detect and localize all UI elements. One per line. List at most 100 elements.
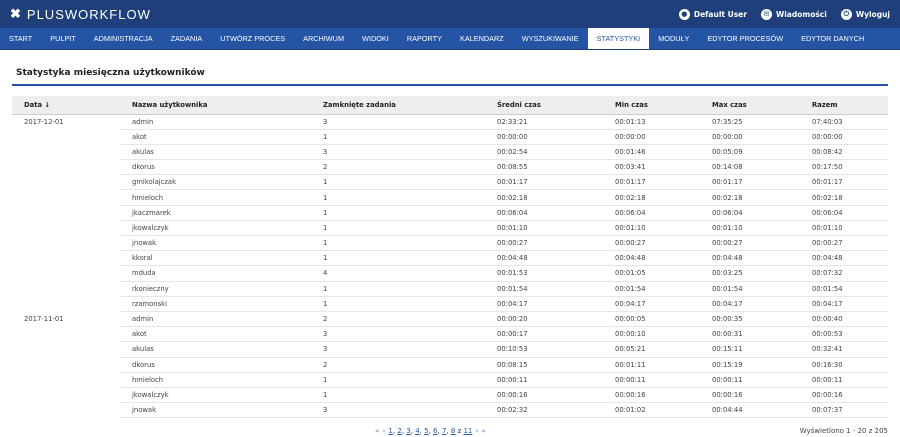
- nav-item-wyszukiwanie[interactable]: WYSZUKIWANIE: [513, 28, 588, 49]
- last-page-button[interactable]: »: [481, 427, 486, 435]
- nav-item-utwórz-proces[interactable]: UTWÓRZ PROCES: [211, 28, 294, 49]
- table-cell: 00:04:17: [700, 296, 800, 312]
- first-page-button[interactable]: «: [375, 427, 380, 435]
- table-cell: dkorus: [120, 357, 311, 373]
- date-cell: [12, 160, 120, 175]
- pagination: «‹ 1, 2, 3, 4, 5, 6, 7, 8 z 11 ›»: [375, 427, 486, 435]
- results-summary: Wyświetlono 1 - 20 z 205: [799, 427, 888, 435]
- table-cell: 00:07:37: [800, 402, 888, 419]
- table-cell: 00:15:11: [700, 341, 800, 358]
- logo-icon: ✖: [10, 6, 22, 21]
- date-cell: [12, 220, 120, 235]
- date-cell: [12, 205, 120, 220]
- table-cell: 00:00:27: [700, 235, 800, 252]
- table-cell: 00:06:04: [603, 205, 700, 221]
- nav-item-raporty[interactable]: RAPORTY: [398, 28, 451, 49]
- table-row: akot 1 00:00:00 00:00:00 00:00:00 00:00:00: [12, 129, 888, 145]
- table-cell: 00:01:53: [485, 265, 603, 282]
- nav-item-start[interactable]: START: [0, 28, 41, 49]
- table-cell: 00:01:46: [603, 144, 700, 161]
- table-cell: 00:01:17: [800, 174, 888, 191]
- nav-item-administracja[interactable]: ADMINISTRACJA: [85, 28, 162, 49]
- nav-item-edytor-procesów[interactable]: EDYTOR PROCESÓW: [698, 28, 792, 49]
- nav-item-moduły[interactable]: MODUŁY: [649, 28, 698, 49]
- table-row: dkorus 2 00:08:15 00:01:11 00:15:19 00:16:30: [12, 357, 888, 373]
- table-cell: 00:01:54: [700, 281, 800, 297]
- messages-link[interactable]: ✉ Wiadomości: [760, 8, 827, 20]
- table-cell: 00:02:32: [485, 402, 603, 419]
- date-cell: 2017-11-01: [24, 315, 64, 324]
- table-cell: 00:01:54: [800, 281, 888, 297]
- nav-item-pulpit[interactable]: PULPIT: [41, 28, 85, 49]
- nav-item-zadania[interactable]: ZADANIA: [162, 28, 212, 49]
- column-header: Max czas: [700, 96, 800, 115]
- table-cell: 00:01:54: [485, 281, 603, 297]
- table-cell: 00:04:48: [603, 250, 700, 267]
- next-page-button[interactable]: ›: [475, 427, 478, 435]
- table-cell: jnowak: [120, 235, 311, 252]
- date-cell: [12, 251, 120, 266]
- last-page-number[interactable]: 11: [463, 427, 472, 435]
- table-cell: 00:15:19: [700, 357, 800, 373]
- nav-item-edytor-danych[interactable]: EDYTOR DANYCH: [792, 28, 873, 49]
- table-cell: 1: [311, 281, 485, 297]
- app-logo[interactable]: ✖ PLUSWORKFLOW: [10, 6, 151, 22]
- table-cell: 1: [311, 220, 485, 237]
- table-cell: 00:00:16: [800, 387, 888, 404]
- table-cell: 00:08:15: [485, 357, 603, 373]
- table-cell: 3: [311, 144, 485, 161]
- date-cell: [12, 129, 120, 144]
- table-cell: 00:02:54: [485, 144, 603, 161]
- nav-item-archiwum[interactable]: ARCHIWUM: [294, 28, 353, 49]
- title-divider: [12, 84, 888, 86]
- table-cell: 1: [311, 189, 485, 206]
- table-cell: 00:07:32: [800, 265, 888, 282]
- table-cell: jkaczmarek: [120, 205, 311, 221]
- user-menu[interactable]: ● Default User: [678, 8, 747, 20]
- date-cell: [12, 190, 120, 205]
- table-cell: 00:02:18: [700, 189, 800, 206]
- table-cell: 00:00:00: [485, 129, 603, 145]
- date-cell: 2017-12-01: [24, 117, 64, 126]
- table-cell: 00:01:17: [485, 174, 603, 191]
- column-header[interactable]: Data ↓: [12, 96, 120, 115]
- main-nav: START PULPIT ADMINISTRACJA ZADANIA UTWÓRZ PR…: [0, 28, 900, 50]
- top-bar: ✖ PLUSWORKFLOW ● Default User ✉ Wiadomoś…: [0, 0, 900, 28]
- nav-item-kalendarz[interactable]: KALENDARZ: [451, 28, 513, 49]
- table-row: 2017-12-01 admin 3 02:33:21 00:01:13 07:35:25…: [12, 114, 888, 130]
- table-cell: mduda: [120, 265, 311, 282]
- table-cell: 00:00:16: [603, 387, 700, 404]
- date-cell: [12, 144, 120, 159]
- table-cell: 02:33:21: [485, 114, 603, 130]
- envelope-icon: ✉: [760, 8, 772, 20]
- table-cell: hmieloch: [120, 372, 311, 388]
- table-cell: 00:05:21: [603, 341, 700, 358]
- date-cell: [12, 296, 120, 311]
- table-cell: 00:01:10: [485, 220, 603, 237]
- table-cell: 00:00:27: [485, 235, 603, 252]
- date-cell: [12, 342, 120, 357]
- table-cell: 00:10:53: [485, 341, 603, 358]
- table-cell: akot: [120, 326, 311, 343]
- table-cell: 00:14:08: [700, 159, 800, 176]
- table-cell: 00:00:11: [485, 372, 603, 388]
- table-cell: rkonieczny: [120, 281, 311, 297]
- table-cell: 00:02:18: [603, 189, 700, 206]
- table-cell: 4: [311, 265, 485, 282]
- page-title: Statystyka miesięczna użytkowników: [16, 68, 205, 78]
- prev-page-button[interactable]: ‹: [383, 427, 386, 435]
- date-cell: [12, 403, 120, 418]
- table-cell: 07:40:03: [800, 114, 888, 130]
- messages-label: Wiadomości: [775, 9, 827, 19]
- statistics-table: Data ↓ Nazwa użytkownika Zamknięte zadania…: [12, 96, 888, 419]
- logout-link[interactable]: ⏻ Wyloguj: [840, 8, 890, 20]
- table-cell: 00:04:48: [700, 250, 800, 267]
- table-cell: 00:00:35: [700, 311, 800, 328]
- table-row: gmikolajczak 1 00:01:17 00:01:17 00:01:17 00:…: [12, 174, 888, 191]
- user-icon: ●: [678, 8, 690, 20]
- date-cell: [12, 387, 120, 402]
- nav-item-widoki[interactable]: WIDOKI: [353, 28, 398, 49]
- table-cell: 00:04:17: [485, 296, 603, 312]
- nav-item-statystyki[interactable]: STATYSTYKI: [587, 28, 650, 49]
- table-cell: 00:03:41: [603, 159, 700, 176]
